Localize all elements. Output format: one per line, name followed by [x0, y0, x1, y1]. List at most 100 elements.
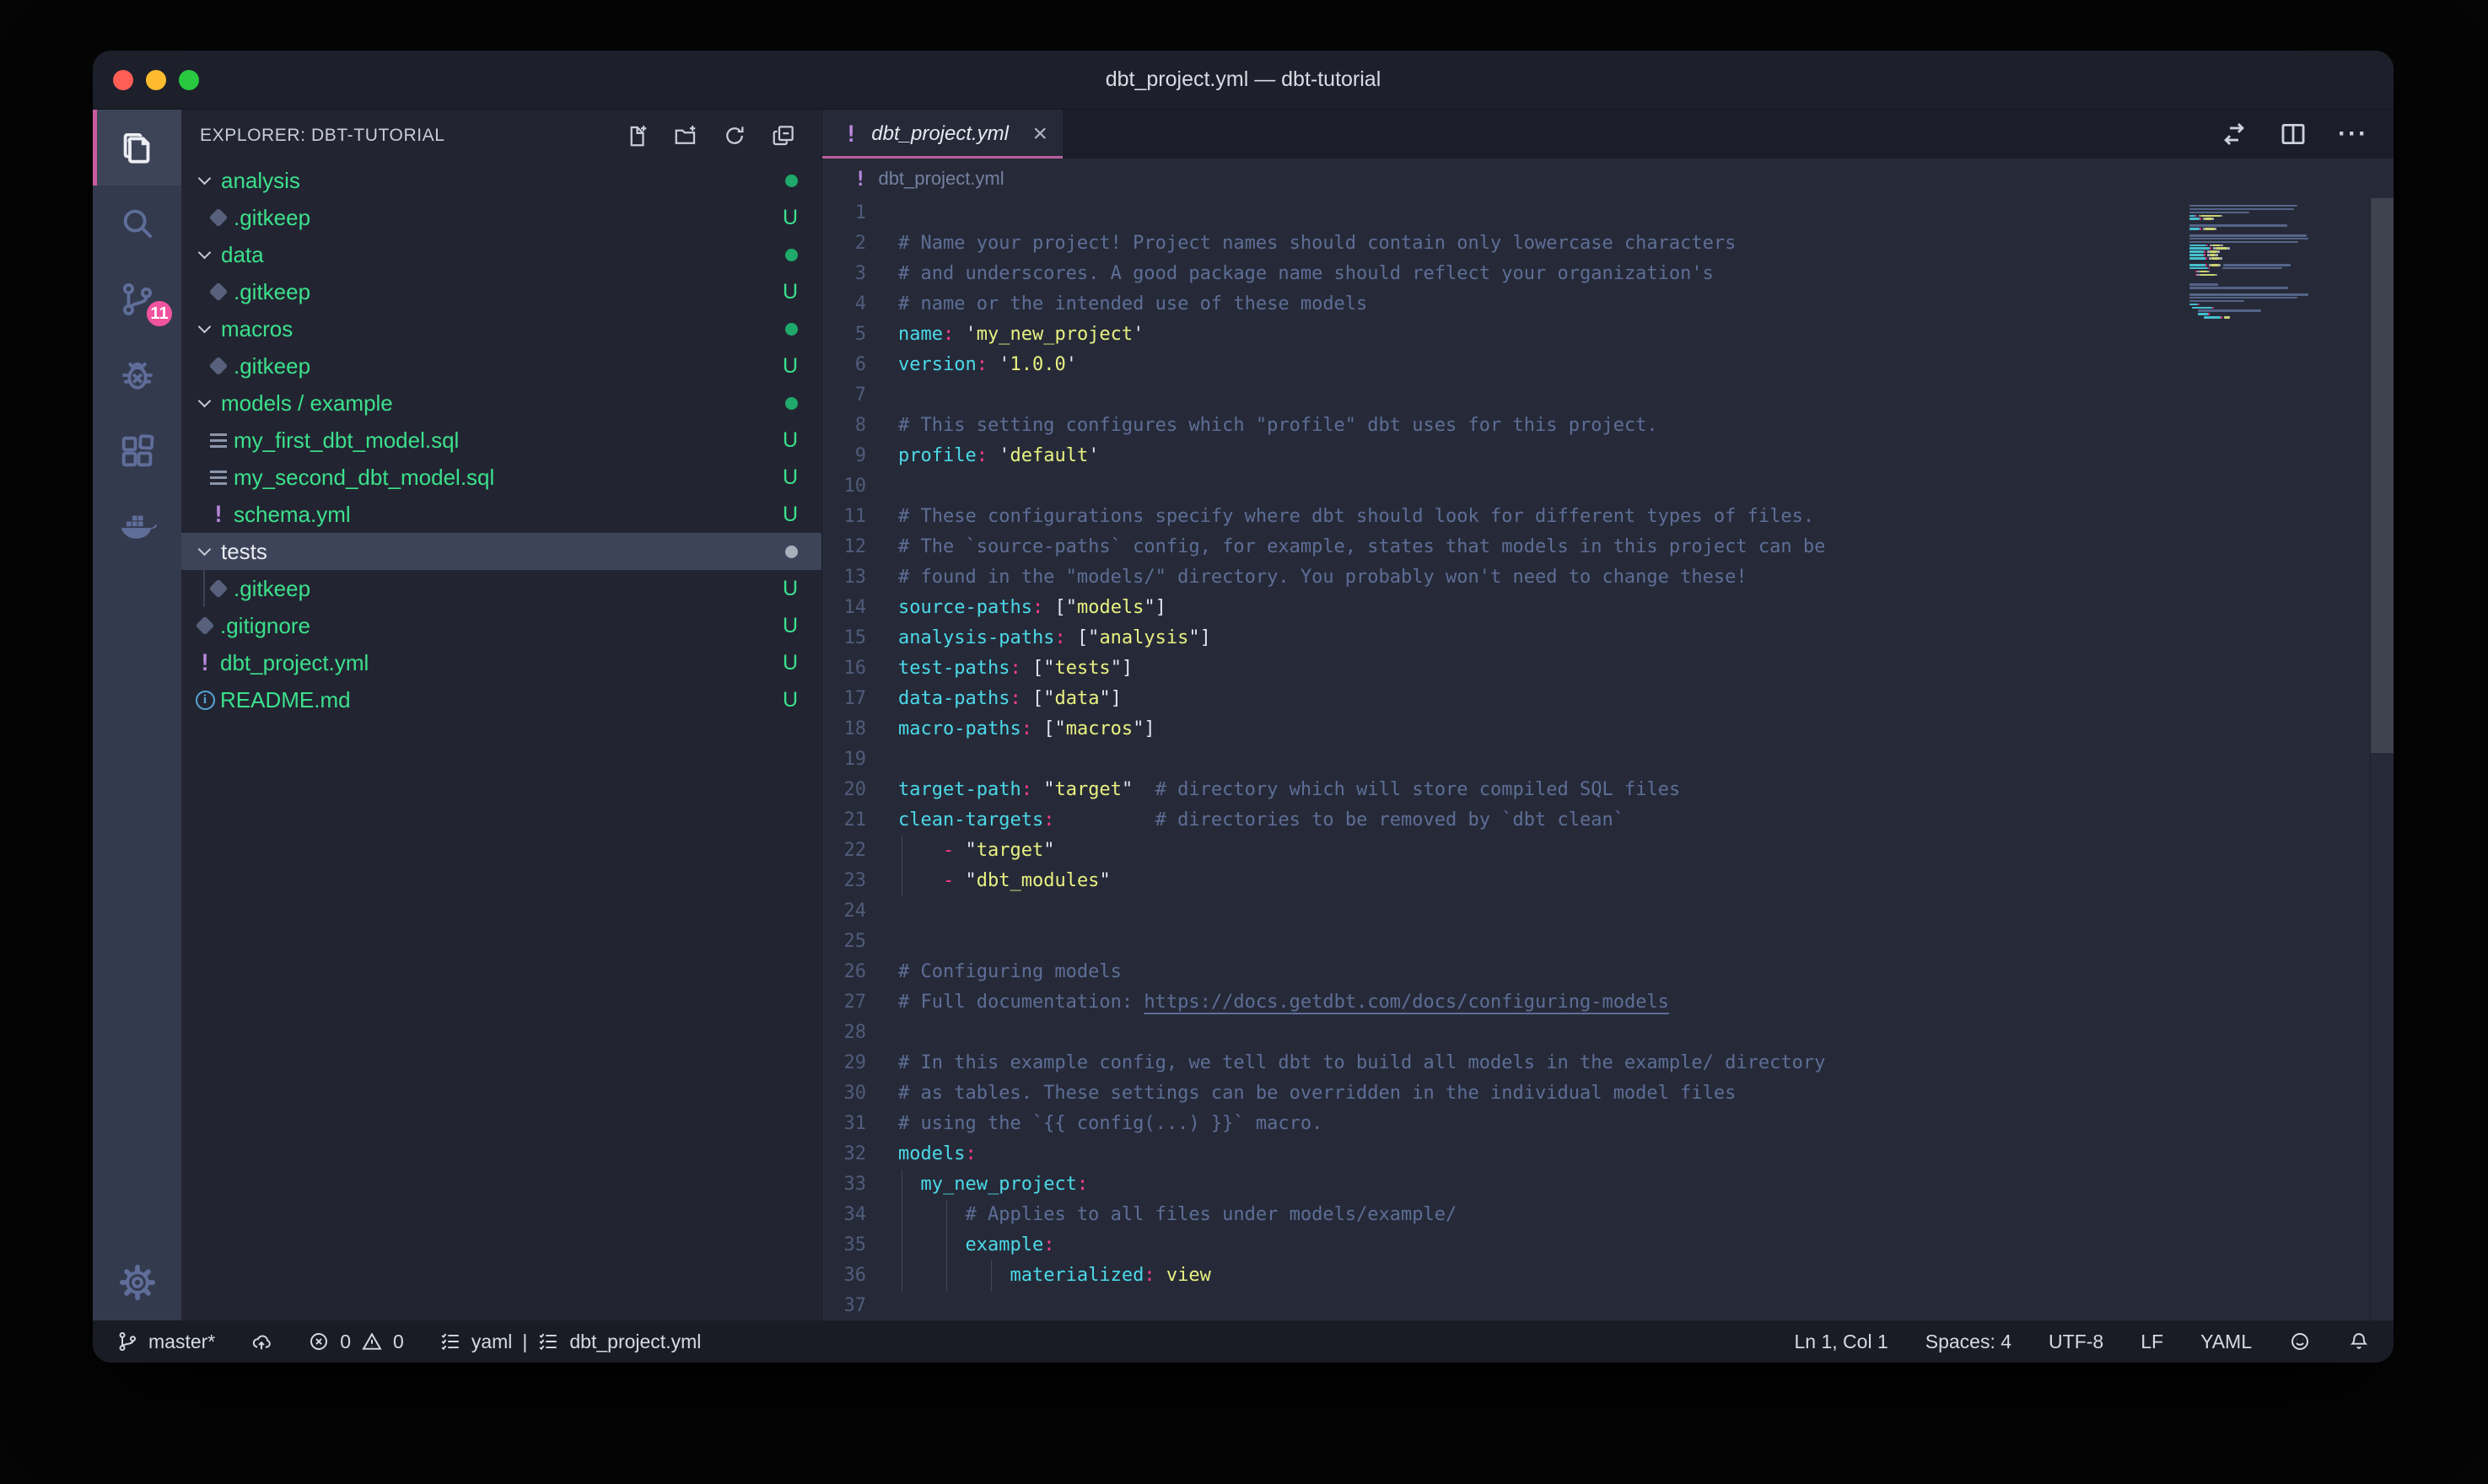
code-line[interactable]: 7 — [822, 380, 2394, 411]
line-number[interactable]: 11 — [822, 502, 898, 532]
line-content[interactable]: # In this example config, we tell dbt to… — [898, 1048, 2394, 1078]
code-line[interactable]: 4# name or the intended use of these mod… — [822, 289, 2394, 320]
refresh-icon[interactable] — [722, 123, 747, 148]
tree-item-readme-md[interactable]: iREADME.mdU — [181, 681, 821, 718]
line-content[interactable]: macro-paths: ["macros"] — [898, 714, 2394, 745]
line-content[interactable]: profile: 'default' — [898, 441, 2394, 471]
line-number[interactable]: 17 — [822, 684, 898, 714]
tree-item-my-second-dbt-model-sql[interactable]: my_second_dbt_model.sqlU — [181, 459, 821, 496]
code-line[interactable]: 29# In this example config, we tell dbt … — [822, 1048, 2394, 1078]
code-line[interactable]: 28 — [822, 1018, 2394, 1048]
minimize-window-button[interactable] — [146, 70, 166, 90]
line-content[interactable] — [898, 745, 2394, 775]
tree-item--gitkeep[interactable]: .gitkeepU — [181, 347, 821, 384]
tree-item-schema-yml[interactable]: !schema.ymlU — [181, 496, 821, 533]
line-number[interactable]: 35 — [822, 1230, 898, 1261]
code-link[interactable]: https://docs.getdbt.com/docs/configuring… — [1144, 992, 1669, 1013]
branch-status-item[interactable]: master* — [116, 1331, 215, 1353]
tree-item-macros[interactable]: macros — [181, 310, 821, 347]
line-number[interactable]: 34 — [822, 1200, 898, 1230]
line-number[interactable]: 7 — [822, 380, 898, 411]
line-number[interactable]: 20 — [822, 775, 898, 805]
tree-item-data[interactable]: data — [181, 236, 821, 273]
line-number[interactable]: 18 — [822, 714, 898, 745]
code-line[interactable]: 34 # Applies to all files under models/e… — [822, 1200, 2394, 1230]
line-number[interactable]: 37 — [822, 1291, 898, 1320]
tab-close-icon[interactable]: × — [1032, 121, 1047, 147]
code-area[interactable]: 12 # Name your project! Project names sho… — [822, 198, 2394, 1320]
line-number[interactable]: 6 — [822, 350, 898, 380]
line-content[interactable]: data-paths: ["data"] — [898, 684, 2394, 714]
tree-item-analysis[interactable]: analysis — [181, 162, 821, 199]
line-content[interactable] — [898, 927, 2394, 957]
code-line[interactable]: 33 my_new_project: — [822, 1169, 2394, 1200]
code-line[interactable]: 9profile: 'default' — [822, 441, 2394, 471]
line-number[interactable]: 9 — [822, 441, 898, 471]
activity-extensions-button[interactable] — [93, 413, 181, 489]
line-content[interactable]: - "target" — [898, 836, 2394, 866]
line-number[interactable]: 33 — [822, 1169, 898, 1200]
tab-dbt-project-yml[interactable]: ! dbt_project.yml × — [822, 110, 1063, 159]
indentation-item[interactable]: Spaces: 4 — [1925, 1331, 2011, 1353]
line-number[interactable]: 5 — [822, 320, 898, 350]
code-line[interactable]: 21clean-targets: # directories to be rem… — [822, 805, 2394, 836]
tree-item-dbt-project-yml[interactable]: !dbt_project.ymlU — [181, 644, 821, 681]
new-folder-icon[interactable] — [673, 123, 698, 148]
line-content[interactable] — [898, 198, 2394, 229]
code-line[interactable]: 24 — [822, 896, 2394, 927]
line-content[interactable]: # Name your project! Project names shoul… — [898, 229, 2394, 259]
line-content[interactable]: test-paths: ["tests"] — [898, 653, 2394, 684]
activity-source-control-button[interactable]: 11 — [93, 261, 181, 337]
line-content[interactable] — [898, 380, 2394, 411]
activity-search-button[interactable] — [93, 186, 181, 261]
breadcrumb[interactable]: ! dbt_project.yml — [822, 159, 2394, 198]
code-line[interactable]: 14source-paths: ["models"] — [822, 593, 2394, 623]
line-content[interactable]: # These configurations specify where dbt… — [898, 502, 2394, 532]
line-content[interactable]: # found in the "models/" directory. You … — [898, 562, 2394, 593]
code-line[interactable]: 25 — [822, 927, 2394, 957]
code-line[interactable]: 35 example: — [822, 1230, 2394, 1261]
line-number[interactable]: 16 — [822, 653, 898, 684]
line-number[interactable]: 29 — [822, 1048, 898, 1078]
code-line[interactable]: 37 — [822, 1291, 2394, 1320]
yaml-extension-status-item[interactable]: yaml | dbt_project.yml — [439, 1331, 702, 1353]
code-line[interactable]: 3# and underscores. A good package name … — [822, 259, 2394, 289]
activity-settings-button[interactable] — [93, 1245, 181, 1320]
tree-item--gitkeep[interactable]: .gitkeepU — [181, 199, 821, 236]
line-content[interactable] — [898, 896, 2394, 927]
tree-item--gitkeep[interactable]: .gitkeepU — [181, 570, 821, 607]
line-number[interactable]: 19 — [822, 745, 898, 775]
line-number[interactable]: 15 — [822, 623, 898, 653]
line-number[interactable]: 25 — [822, 927, 898, 957]
zoom-window-button[interactable] — [179, 70, 199, 90]
line-number[interactable]: 12 — [822, 532, 898, 562]
code-line[interactable]: 22 - "target" — [822, 836, 2394, 866]
activity-debug-button[interactable] — [93, 337, 181, 413]
line-content[interactable]: example: — [898, 1230, 2394, 1261]
line-content[interactable]: # as tables. These settings can be overr… — [898, 1078, 2394, 1109]
code-line[interactable]: 15analysis-paths: ["analysis"] — [822, 623, 2394, 653]
more-actions-icon[interactable]: ··· — [2338, 120, 2368, 148]
scrollbar-thumb[interactable] — [2371, 198, 2394, 753]
publish-status-item[interactable] — [250, 1331, 272, 1352]
activity-explorer-button[interactable] — [93, 110, 181, 186]
line-content[interactable]: target-path: "target" # directory which … — [898, 775, 2394, 805]
line-number[interactable]: 14 — [822, 593, 898, 623]
feedback-smiley-icon[interactable] — [2289, 1331, 2311, 1352]
code-line[interactable]: 8# This setting configures which "profil… — [822, 411, 2394, 441]
notifications-bell-icon[interactable] — [2348, 1331, 2370, 1352]
scrollbar-track[interactable] — [2370, 198, 2394, 1320]
line-content[interactable]: # and underscores. A good package name s… — [898, 259, 2394, 289]
code-line[interactable]: 17data-paths: ["data"] — [822, 684, 2394, 714]
breadcrumb-file-label[interactable]: dbt_project.yml — [878, 168, 1004, 190]
tree-item--gitkeep[interactable]: .gitkeepU — [181, 273, 821, 310]
line-number[interactable]: 30 — [822, 1078, 898, 1109]
code-line[interactable]: 6version: '1.0.0' — [822, 350, 2394, 380]
line-number[interactable]: 22 — [822, 836, 898, 866]
line-content[interactable]: # using the `{{ config(...) }}` macro. — [898, 1109, 2394, 1139]
code-line[interactable]: 32models: — [822, 1139, 2394, 1169]
line-content[interactable]: materialized: view — [898, 1261, 2394, 1291]
line-content[interactable] — [898, 471, 2394, 502]
line-number[interactable]: 8 — [822, 411, 898, 441]
line-content[interactable]: version: '1.0.0' — [898, 350, 2394, 380]
